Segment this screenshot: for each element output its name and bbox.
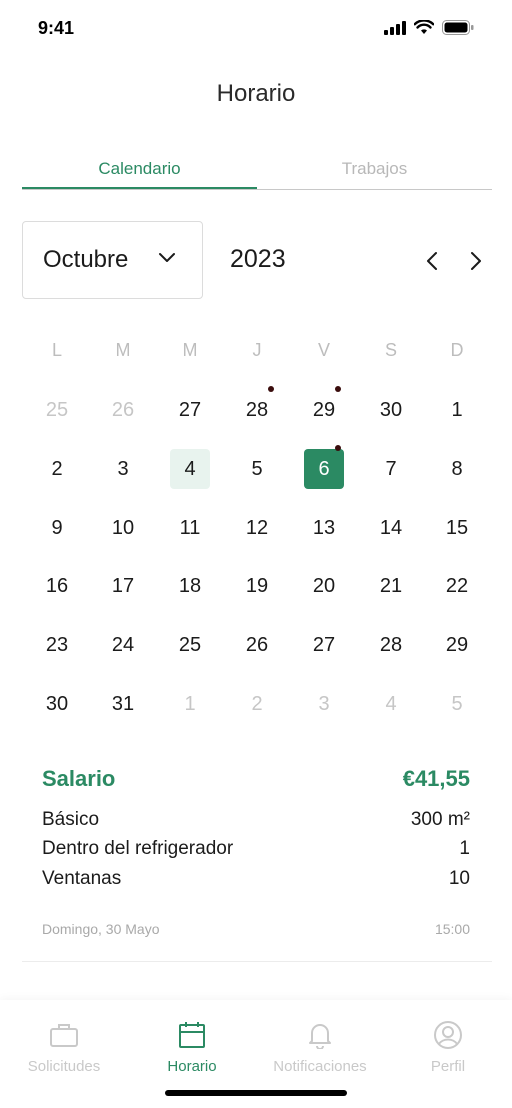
calendar-day[interactable]: 18 bbox=[170, 566, 210, 606]
chevron-right-icon bbox=[471, 252, 481, 270]
calendar-day[interactable]: 29 bbox=[437, 625, 477, 665]
divider bbox=[22, 961, 492, 962]
weekday-label: M bbox=[182, 340, 198, 360]
profile-icon bbox=[434, 1021, 462, 1049]
calendar-day[interactable]: 13 bbox=[304, 508, 344, 548]
calendar-day[interactable]: 17 bbox=[103, 566, 143, 606]
calendar-day[interactable]: 29 bbox=[304, 390, 344, 430]
detail-row: Básico 300 m² bbox=[42, 809, 470, 831]
calendar-day[interactable]: 5 bbox=[437, 684, 477, 724]
detail-row: Ventanas 10 bbox=[42, 868, 470, 890]
tab-trabajos[interactable]: Trabajos bbox=[257, 152, 492, 189]
detail-value: 1 bbox=[459, 838, 470, 859]
signal-icon bbox=[384, 20, 406, 35]
nav-item-solicitudes[interactable]: Solicitudes bbox=[0, 1018, 128, 1075]
chevron-down-icon bbox=[159, 253, 175, 262]
year-label: 2023 bbox=[230, 245, 286, 273]
detail-label: Básico bbox=[42, 809, 100, 830]
calendar-day[interactable]: 5 bbox=[237, 449, 277, 489]
status-bar: 9:41 bbox=[0, 0, 512, 56]
detail-label: Ventanas bbox=[42, 868, 122, 889]
calendar-day[interactable]: 7 bbox=[371, 449, 411, 489]
calendar-day[interactable]: 30 bbox=[371, 390, 411, 430]
weekday-label: J bbox=[252, 340, 262, 360]
nav-label: Perfil bbox=[430, 1058, 466, 1075]
weekday-label: M bbox=[115, 340, 131, 360]
bell-icon bbox=[309, 1024, 331, 1049]
detail-row: Dentro del refrigerador 1 bbox=[42, 838, 470, 860]
calendar-day[interactable]: 21 bbox=[371, 566, 411, 606]
calendar-day[interactable]: 28 bbox=[237, 390, 277, 430]
briefcase-icon bbox=[50, 1024, 78, 1047]
calendar-day[interactable]: 1 bbox=[437, 390, 477, 430]
tab-bar: Calendario Trabajos bbox=[22, 152, 492, 190]
nav-item-perfil[interactable]: Perfil bbox=[384, 1018, 512, 1075]
wifi-icon bbox=[414, 20, 434, 34]
calendar-day[interactable]: 28 bbox=[371, 625, 411, 665]
nav-item-notificaciones[interactable]: Notificaciones bbox=[256, 1018, 384, 1075]
calendar-day[interactable]: 15 bbox=[437, 508, 477, 548]
weekday-label: V bbox=[317, 340, 330, 360]
calendar-day[interactable]: 31 bbox=[103, 684, 143, 724]
nav-item-horario[interactable]: Horario bbox=[128, 1018, 256, 1075]
home-indicator bbox=[165, 1090, 347, 1096]
calendar-day[interactable]: 24 bbox=[103, 625, 143, 665]
detail-value: 300 m² bbox=[410, 809, 470, 830]
chevron-left-icon bbox=[427, 252, 437, 270]
event-dot bbox=[335, 386, 341, 392]
nav-label: Solicitudes bbox=[27, 1058, 101, 1075]
calendar-day[interactable]: 25 bbox=[37, 390, 77, 430]
calendar-day[interactable]: 10 bbox=[103, 508, 143, 548]
calendar-day[interactable]: 22 bbox=[437, 566, 477, 606]
weekday-label: L bbox=[51, 340, 62, 360]
calendar-day[interactable]: 20 bbox=[304, 566, 344, 606]
status-icons bbox=[384, 20, 474, 35]
calendar-day[interactable]: 14 bbox=[371, 508, 411, 548]
calendar-day[interactable]: 27 bbox=[170, 390, 210, 430]
calendar-day[interactable]: 11 bbox=[170, 508, 210, 548]
calendar-day[interactable]: 9 bbox=[37, 508, 77, 548]
month-dropdown[interactable]: Octubre bbox=[22, 221, 203, 299]
calendar-day[interactable]: 26 bbox=[237, 625, 277, 665]
status-time: 9:41 bbox=[38, 18, 75, 38]
nav-label: Notificaciones bbox=[273, 1058, 367, 1075]
calendar-day-selected[interactable]: 6 bbox=[304, 449, 344, 489]
calendar-day[interactable]: 16 bbox=[37, 566, 77, 606]
calendar-day[interactable]: 2 bbox=[37, 449, 77, 489]
calendar-day[interactable]: 4 bbox=[371, 684, 411, 724]
calendar-day[interactable]: 12 bbox=[237, 508, 277, 548]
nav-label: Horario bbox=[167, 1058, 217, 1075]
tab-calendario[interactable]: Calendario bbox=[22, 152, 257, 189]
month-label: Octubre bbox=[43, 246, 129, 273]
calendar-day-today[interactable]: 4 bbox=[170, 449, 210, 489]
salary-amount: €41,55 bbox=[402, 766, 470, 791]
calendar-day[interactable]: 19 bbox=[237, 566, 277, 606]
page-title: Horario bbox=[216, 80, 296, 107]
calendar-day[interactable]: 27 bbox=[304, 625, 344, 665]
calendar-day[interactable]: 30 bbox=[37, 684, 77, 724]
event-dot bbox=[335, 445, 341, 451]
calendar-day[interactable]: 8 bbox=[437, 449, 477, 489]
salary-title: Salario bbox=[42, 766, 116, 791]
calendar-day[interactable]: 3 bbox=[103, 449, 143, 489]
previous-month-button[interactable] bbox=[420, 248, 444, 274]
weekday-label: S bbox=[384, 340, 397, 360]
detail-label: Dentro del refrigerador bbox=[42, 838, 234, 859]
calendar-day[interactable]: 25 bbox=[170, 625, 210, 665]
job-date: Domingo, 30 Mayo bbox=[42, 921, 160, 937]
calendar-icon bbox=[179, 1022, 205, 1048]
event-dot bbox=[268, 386, 274, 392]
calendar-day[interactable]: 23 bbox=[37, 625, 77, 665]
battery-icon bbox=[442, 20, 474, 35]
calendar-day[interactable]: 3 bbox=[304, 684, 344, 724]
detail-value: 10 bbox=[448, 868, 470, 889]
next-month-button[interactable] bbox=[464, 248, 488, 274]
weekday-label: D bbox=[450, 340, 464, 360]
calendar-day[interactable]: 26 bbox=[103, 390, 143, 430]
calendar-day[interactable]: 2 bbox=[237, 684, 277, 724]
calendar-day[interactable]: 1 bbox=[170, 684, 210, 724]
job-time: 15:00 bbox=[434, 921, 470, 937]
